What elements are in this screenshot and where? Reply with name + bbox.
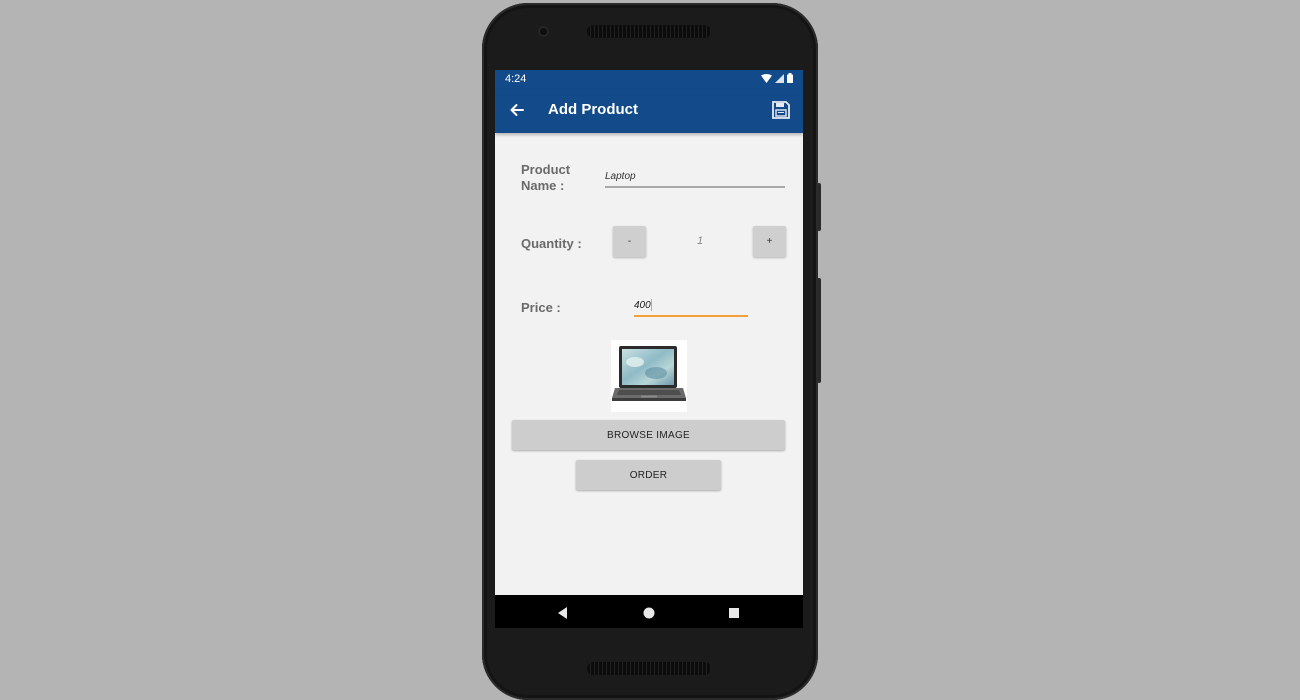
back-triangle-icon[interactable]: [556, 606, 570, 620]
order-button[interactable]: ORDER: [576, 460, 721, 490]
battery-icon: [787, 73, 793, 83]
arrow-left-icon[interactable]: [507, 100, 527, 120]
phone-frame: 4:24 Add Product Product Name: Laptop Q…: [482, 3, 821, 700]
product-name-label: Product Name :: [521, 162, 571, 193]
system-nav-bar: [495, 595, 803, 628]
status-icons: [761, 73, 793, 83]
signal-icon: [775, 73, 784, 83]
browse-image-button[interactable]: BROWSE IMAGE: [512, 420, 785, 450]
price-label: Price :: [521, 300, 561, 315]
app-bar: Add Product: [495, 89, 803, 133]
increment-button[interactable]: +: [753, 226, 786, 257]
save-icon[interactable]: [771, 100, 791, 120]
front-camera: [538, 26, 549, 37]
top-speaker: [587, 25, 711, 38]
quantity-value: 1: [696, 235, 704, 247]
decrement-button[interactable]: -: [613, 226, 646, 257]
app-screen: 4:24 Add Product Product Name: Laptop Q…: [495, 70, 803, 628]
volume-button: [817, 183, 821, 231]
status-time: 4:24: [505, 73, 527, 85]
product-image: [611, 340, 687, 412]
recents-square-icon[interactable]: [727, 606, 741, 620]
home-circle-icon[interactable]: [642, 606, 656, 620]
quantity-label: Quantity :: [521, 236, 582, 251]
text-caret: [651, 299, 652, 311]
wifi-icon: [761, 73, 772, 83]
product-name-field[interactable]: [605, 167, 785, 188]
page-title: Add Product: [548, 101, 638, 118]
bottom-speaker: [587, 662, 711, 675]
power-button: [817, 278, 821, 383]
status-bar: 4:24: [495, 70, 803, 89]
